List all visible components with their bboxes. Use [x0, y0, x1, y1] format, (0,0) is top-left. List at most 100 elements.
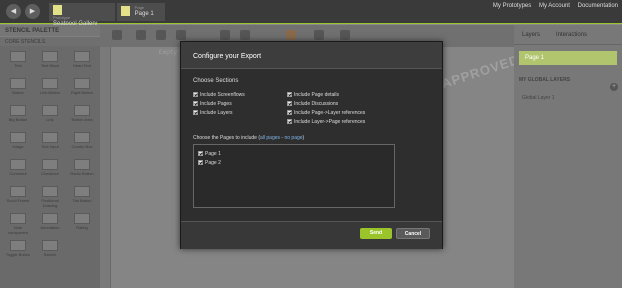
stencil-label: Text Input	[41, 144, 59, 149]
stencil-label: Note component	[8, 225, 28, 235]
include-layer-page-refs-checkbox[interactable]: Include Layer->Page references	[287, 117, 381, 126]
prototype-icon	[53, 5, 62, 15]
stencil-item[interactable]: Radio Button	[68, 157, 96, 182]
stencil-icon	[74, 186, 90, 197]
send-button[interactable]: Send	[360, 228, 392, 239]
stencil-label: Right Button	[70, 90, 93, 95]
stencil-item[interactable]: Big Button	[4, 103, 32, 128]
breadcrumb-label: Page 1	[134, 11, 154, 17]
redo-icon[interactable]	[176, 30, 186, 40]
stencil-icon	[74, 78, 90, 89]
tool-icon[interactable]	[136, 30, 146, 40]
tool-icon[interactable]	[286, 30, 296, 40]
breadcrumb-page[interactable]: Page Page 1	[117, 3, 165, 21]
stencil-item[interactable]: Image	[4, 130, 32, 155]
stencil-icon	[10, 78, 26, 89]
tab-interactions[interactable]: Interactions	[548, 25, 595, 44]
stencil-icon	[10, 159, 26, 170]
layers-panel: Layers Interactions Page 1 MY GLOBAL LAY…	[514, 25, 622, 288]
stencil-item[interactable]: Tab Button	[68, 184, 96, 209]
cancel-button[interactable]: Cancel	[396, 228, 430, 239]
breadcrumb-prototype[interactable]: Prototype Seatpool Gallery	[49, 3, 115, 27]
undo-icon[interactable]	[156, 30, 166, 40]
dialog-body: Choose Sections Include Screenflows Incl…	[181, 69, 442, 217]
stencil-label: Toggle Button	[5, 252, 31, 257]
stencil-item[interactable]: Note component	[4, 211, 32, 236]
stencil-label: Checkbox	[41, 171, 59, 176]
canvas-placeholder: Empty	[159, 49, 178, 56]
global-layers-header: MY GLOBAL LAYERS	[519, 77, 571, 83]
stencil-label: Tab Button	[72, 198, 92, 203]
tool-icon[interactable]	[112, 30, 122, 40]
include-page-details-checkbox[interactable]: Include Page details	[287, 90, 381, 99]
stencil-icon	[10, 213, 26, 224]
stencil-item[interactable]: Button	[4, 76, 32, 101]
stencil-icon	[42, 105, 58, 116]
my-prototypes-link[interactable]: My Prototypes	[493, 3, 531, 9]
forward-icon[interactable]: ▶	[25, 4, 40, 19]
tool-icon[interactable]	[314, 30, 324, 40]
include-discussions-checkbox[interactable]: Include Discussions	[287, 99, 381, 108]
my-account-link[interactable]: My Account	[539, 3, 570, 9]
stencil-item[interactable]: Annotation	[36, 211, 64, 236]
stencil-item[interactable]: Comment	[4, 157, 32, 182]
stencil-label: Annotation	[40, 225, 60, 230]
top-bar: ◀ ▶ Prototype Seatpool Gallery Page Page…	[0, 0, 622, 27]
right-tabs: Layers Interactions	[514, 25, 622, 45]
stencil-label: Big Button	[8, 117, 28, 122]
stencil-item[interactable]: Toggle Button	[4, 238, 32, 263]
stencil-item[interactable]: Text Block	[36, 49, 64, 74]
stencil-label: Text	[14, 63, 22, 68]
export-dialog: Configure your Export Choose Sections In…	[180, 41, 443, 249]
stencil-label: Button	[12, 90, 24, 95]
stencil-item[interactable]: Button Area	[68, 103, 96, 128]
stencil-label: Search	[43, 252, 57, 257]
stencil-icon	[42, 186, 58, 197]
stencil-label: Text Block	[40, 63, 60, 68]
stencil-icon	[74, 159, 90, 170]
stencil-label: Link Button	[39, 90, 60, 95]
palette-title: STENCIL PALETTE	[0, 25, 100, 36]
stencil-label: Head Text	[73, 63, 91, 68]
stencil-item[interactable]: Combo Box	[68, 130, 96, 155]
include-page-layer-refs-checkbox[interactable]: Include Page->Layer references	[287, 108, 381, 117]
stencil-icon	[42, 240, 58, 251]
include-layers-checkbox[interactable]: Include Layers	[193, 108, 287, 117]
tab-layers[interactable]: Layers	[514, 25, 548, 44]
stencil-item[interactable]: Right Button	[68, 76, 96, 101]
include-screenflows-checkbox[interactable]: Include Screenflows	[193, 90, 287, 99]
top-links: My Prototypes My Account Documentation	[487, 3, 618, 9]
page-2-checkbox[interactable]: Page 2	[198, 158, 390, 167]
page-icon	[121, 6, 130, 16]
stencil-item[interactable]: Text Input	[36, 130, 64, 155]
stencil-item[interactable]: Scroll Frame	[4, 184, 32, 209]
stencil-icon	[10, 105, 26, 116]
back-icon[interactable]: ◀	[6, 4, 21, 19]
tool-icon[interactable]	[240, 30, 250, 40]
sections-label: Choose Sections	[193, 78, 239, 84]
stencil-item[interactable]: Text	[4, 49, 32, 74]
all-pages-link[interactable]: all pages	[260, 135, 280, 141]
no-page-link[interactable]: no page	[284, 135, 302, 141]
stencil-item[interactable]: Search	[36, 238, 64, 263]
include-pages-checkbox[interactable]: Include Pages	[193, 99, 287, 108]
documentation-link[interactable]: Documentation	[578, 3, 618, 9]
current-page-item[interactable]: Page 1	[519, 51, 617, 65]
stencil-icon	[42, 159, 58, 170]
stencil-item[interactable]: Link	[36, 103, 64, 128]
stencil-item[interactable]: Positional Drawing	[36, 184, 64, 209]
global-layer-item[interactable]: Global Layer 1	[522, 95, 614, 101]
stencil-item[interactable]: Link Button	[36, 76, 64, 101]
add-icon[interactable]: +	[610, 83, 618, 91]
section-options: Include Screenflows Include Pages Includ…	[193, 90, 430, 126]
stencil-group-header[interactable]: CORE STENCILS	[0, 36, 100, 46]
stencil-icon	[74, 105, 90, 116]
stencil-item[interactable]: Rating	[68, 211, 96, 236]
stencil-label: Link	[46, 117, 54, 122]
tool-icon[interactable]	[340, 30, 350, 40]
tool-icon[interactable]	[220, 30, 230, 40]
stencil-item[interactable]: Checkbox	[36, 157, 64, 182]
stencil-item[interactable]: Head Text	[68, 49, 96, 74]
page-1-checkbox[interactable]: Page 1	[198, 149, 390, 158]
stencil-label: Image	[12, 144, 24, 149]
